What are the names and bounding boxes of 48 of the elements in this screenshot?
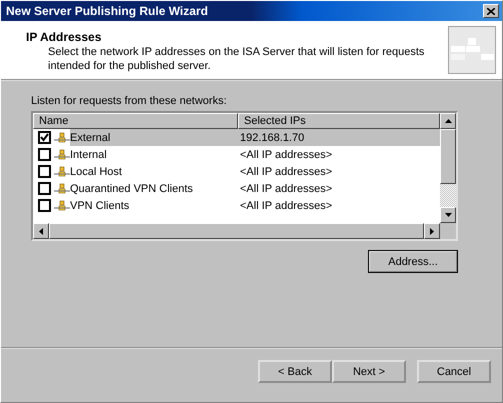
- ip-address: <All IP addresses>: [240, 182, 332, 194]
- scroll-left-button[interactable]: [33, 223, 49, 239]
- list-row[interactable]: Quarantined VPN Clients <All IP addresses>: [70, 180, 440, 197]
- scroll-up-button[interactable]: [440, 113, 456, 129]
- network-icon: [54, 182, 70, 194]
- address-button[interactable]: Address...: [368, 250, 458, 273]
- network-icon: [54, 200, 70, 212]
- checkbox[interactable]: [38, 199, 51, 212]
- down-arrow-icon: [444, 213, 452, 217]
- network-icon: [54, 148, 70, 160]
- network-name: Local Host: [70, 166, 123, 178]
- close-icon: [487, 8, 495, 14]
- scroll-down-button[interactable]: [440, 207, 456, 223]
- up-arrow-icon: [444, 119, 452, 123]
- network-icon: [54, 132, 70, 144]
- network-icon: [54, 166, 70, 178]
- page-description: Select the network IP addresses on the ISA Server that will listen for requests intended for the published server.: [47, 44, 426, 72]
- wizard-button[interactable]: Cancel: [417, 360, 491, 383]
- wizard-button[interactable]: Next >: [332, 360, 406, 383]
- wizard-button[interactable]: < Back: [258, 360, 332, 383]
- checkbox[interactable]: [38, 165, 51, 178]
- close-button[interactable]: [483, 4, 499, 18]
- scroll-right-button[interactable]: [424, 223, 440, 239]
- list-row[interactable]: VPN Clients <All IP addresses>: [70, 197, 440, 214]
- page-title: IP Addresses: [26, 30, 102, 44]
- network-name: External: [70, 132, 112, 144]
- checkbox[interactable]: [38, 148, 51, 161]
- wizard-graphic-icon: [448, 26, 496, 74]
- ip-address: 192.168.1.70: [240, 132, 304, 144]
- list-row[interactable]: Internal <All IP addresses>: [70, 146, 440, 163]
- ip-address: <All IP addresses>: [240, 200, 332, 212]
- ip-address: <All IP addresses>: [240, 148, 332, 160]
- network-name: VPN Clients: [70, 200, 130, 212]
- scrollbar-corner: [440, 223, 456, 239]
- ip-address: <All IP addresses>: [240, 166, 332, 178]
- checkbox[interactable]: [38, 131, 51, 144]
- column-header[interactable]: Selected IPs: [238, 113, 440, 129]
- column-header[interactable]: Name: [33, 113, 238, 129]
- vertical-scrollbar[interactable]: [440, 113, 456, 223]
- left-arrow-icon: [39, 228, 43, 234]
- checkbox[interactable]: [38, 182, 51, 195]
- list-row[interactable]: Local Host <All IP addresses>: [70, 163, 440, 180]
- list-label: Listen for requests from these networks:: [31, 95, 228, 107]
- network-name: Quarantined VPN Clients: [70, 182, 194, 194]
- network-name: Internal: [70, 148, 108, 160]
- right-arrow-icon: [430, 228, 434, 234]
- window-title: New Server Publishing Rule Wizard: [6, 4, 208, 18]
- list-row[interactable]: External 192.168.1.70: [70, 129, 440, 146]
